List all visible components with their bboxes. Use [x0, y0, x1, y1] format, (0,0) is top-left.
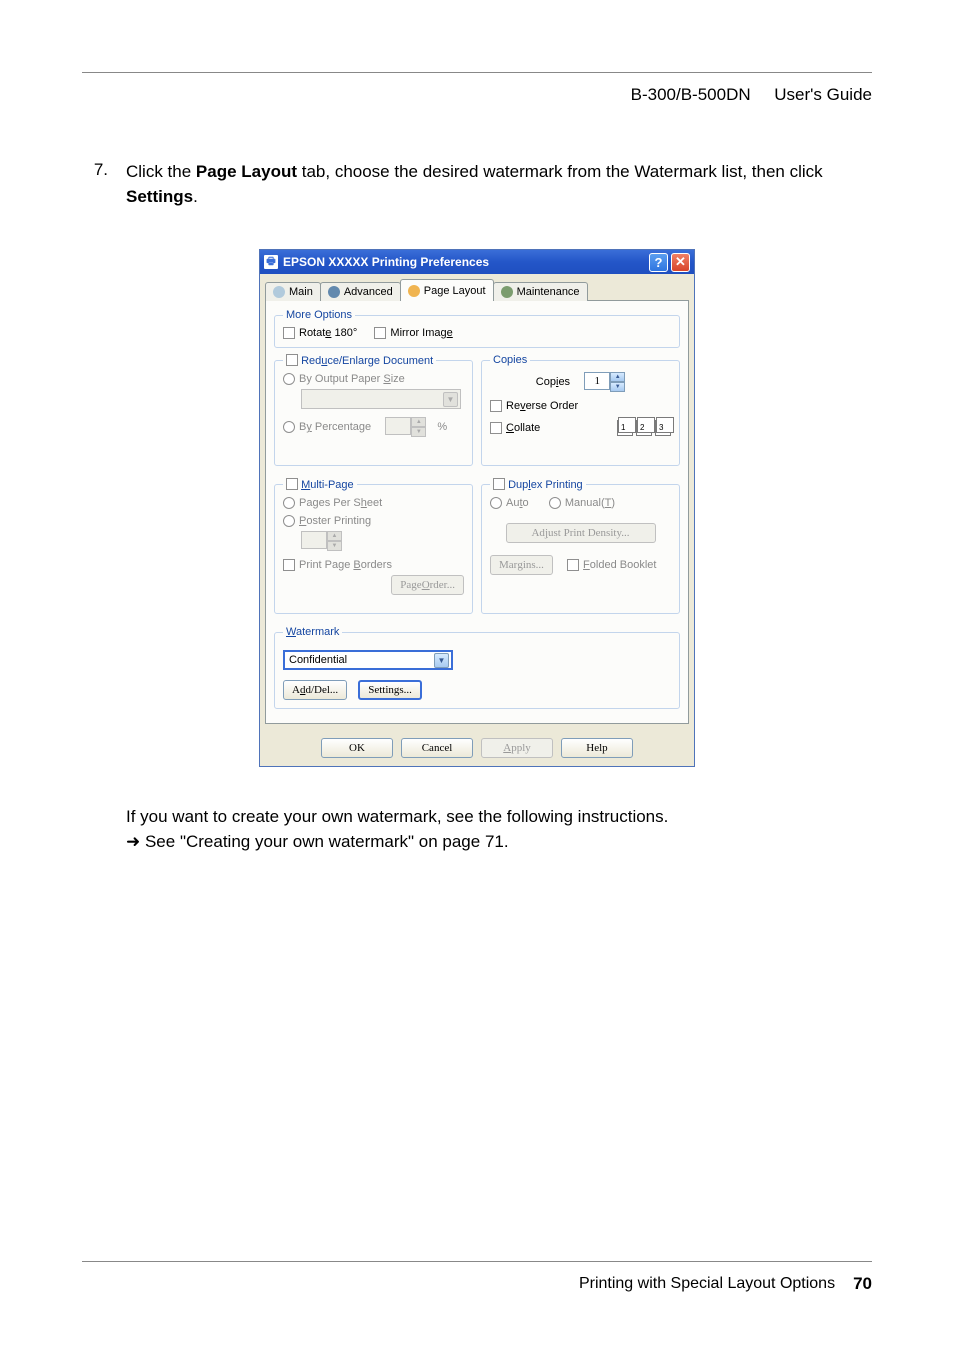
duplex-manual-label: Manual(T)	[565, 497, 615, 509]
copies-input[interactable]	[584, 372, 610, 390]
collate-checkbox[interactable]	[490, 422, 502, 434]
page-layout-panel: More Options Rotate 180° Mirror Image Re…	[265, 300, 689, 724]
poster-printing-radio	[283, 515, 295, 527]
app-icon: 🖶	[264, 255, 278, 269]
tabstrip: Main Advanced Page Layout Maintenance	[265, 279, 689, 301]
duplex-checkbox[interactable]	[493, 478, 505, 490]
ok-button[interactable]: OK	[321, 738, 393, 758]
printing-preferences-dialog: 🖶 EPSON XXXXX Printing Preferences ? ✕ M…	[259, 249, 695, 767]
multipage-checkbox[interactable]	[286, 478, 298, 490]
watermark-selected: Confidential	[289, 654, 347, 666]
dialog-button-row: OK Cancel Apply Help	[260, 729, 694, 766]
watermark-legend: Watermark	[283, 626, 342, 638]
mirror-image-checkbox[interactable]	[374, 327, 386, 339]
by-percentage-radio	[283, 421, 295, 433]
reduce-enlarge-legend: Reduce/Enlarge Document	[301, 355, 433, 367]
apply-button: Apply	[481, 738, 553, 758]
poster-printing-label: Poster Printing	[299, 515, 371, 527]
mirror-image-label: Mirror Image	[390, 327, 452, 339]
after-ref: See "Creating your own watermark" on pag…	[140, 832, 508, 851]
footer-section: Printing with Special Layout Options	[579, 1275, 835, 1293]
footer-page: 70	[853, 1274, 872, 1294]
collate-label: Collate	[506, 422, 540, 434]
chevron-down-icon[interactable]: ▼	[434, 653, 449, 668]
cancel-button[interactable]: Cancel	[401, 738, 473, 758]
duplex-manual-radio	[549, 497, 561, 509]
reduce-enlarge-group: Reduce/Enlarge Document By Output Paper …	[274, 354, 473, 466]
by-output-label: By Output Paper Size	[299, 373, 405, 385]
reverse-order-label: Reverse Order	[506, 400, 578, 412]
help-button[interactable]: Help	[561, 738, 633, 758]
copies-group: Copies Copies ▲▼ Reverse Order	[481, 354, 680, 466]
multipage-group: Multi-Page Pages Per Sheet Poster Printi…	[274, 478, 473, 614]
output-paper-size-select: ▼	[301, 389, 461, 409]
copies-legend: Copies	[490, 354, 530, 366]
step-7: 7. Click the Page Layout tab, choose the…	[82, 160, 872, 209]
footer: Printing with Special Layout Options 70	[82, 1261, 872, 1294]
tab-maintenance[interactable]: Maintenance	[493, 282, 588, 301]
adjust-print-density-button: Adjust Print Density...	[506, 523, 656, 543]
dialog-title: EPSON XXXXX Printing Preferences	[283, 255, 489, 269]
spin-up-icon[interactable]: ▲	[610, 372, 625, 382]
wrench-icon	[501, 286, 513, 298]
tab-main[interactable]: Main	[265, 282, 321, 301]
titlebar-help-button[interactable]: ?	[649, 253, 668, 272]
spin-down-icon[interactable]: ▼	[610, 382, 625, 392]
spin-up-icon: ▲	[327, 531, 342, 541]
rotate-180-checkbox[interactable]	[283, 327, 295, 339]
spin-up-icon: ▲	[411, 417, 426, 427]
percentage-stepper: ▲▼	[385, 417, 426, 437]
pointer-icon: ➜	[126, 832, 140, 851]
collate-icon: 1 2 3	[617, 420, 671, 436]
margins-button: Margins...	[490, 555, 553, 575]
header-model: B-300/B-500DN	[631, 85, 751, 104]
copies-stepper[interactable]: ▲▼	[584, 372, 625, 392]
duplex-legend: Duplex Printing	[508, 479, 583, 491]
watermark-select[interactable]: Confidential ▼	[283, 650, 453, 670]
step-text: Click the Page Layout tab, choose the de…	[126, 160, 872, 209]
rotate-180-label: Rotate 180°	[299, 327, 357, 339]
multipage-stepper: ▲▼	[301, 531, 342, 551]
tab-page-layout[interactable]: Page Layout	[400, 279, 494, 301]
header-text: B-300/B-500DN User's Guide	[631, 85, 872, 105]
titlebar[interactable]: 🖶 EPSON XXXXX Printing Preferences ? ✕	[260, 250, 694, 274]
print-page-borders-checkbox	[283, 559, 295, 571]
print-page-borders-label: Print Page Borders	[299, 559, 392, 571]
tab-advanced[interactable]: Advanced	[320, 282, 401, 301]
more-options-group: More Options Rotate 180° Mirror Image	[274, 309, 680, 348]
chevron-down-icon: ▼	[443, 392, 458, 407]
watermark-settings-button[interactable]: Settings...	[358, 680, 422, 700]
duplex-auto-label: Auto	[506, 497, 529, 509]
spin-down-icon: ▼	[411, 427, 426, 437]
more-options-legend: More Options	[283, 309, 355, 321]
folded-booklet-checkbox	[567, 559, 579, 571]
page-order-button: Page Order...	[391, 575, 464, 595]
duplex-auto-radio	[490, 497, 502, 509]
gear-icon	[328, 286, 340, 298]
titlebar-close-button[interactable]: ✕	[671, 253, 690, 272]
duplex-group: Duplex Printing Auto Manual(T) Adjust Pr…	[481, 478, 680, 614]
multipage-legend: Multi-Page	[301, 479, 354, 491]
after-line1: If you want to create your own watermark…	[126, 805, 872, 830]
copies-label: Copies	[536, 376, 570, 388]
layout-icon	[408, 285, 420, 297]
by-output-radio	[283, 373, 295, 385]
step-number: 7.	[82, 160, 108, 209]
folded-booklet-label: Folded Booklet	[583, 559, 656, 571]
after-text: If you want to create your own watermark…	[126, 805, 872, 854]
spin-down-icon: ▼	[327, 541, 342, 551]
header-guide: User's Guide	[774, 85, 872, 104]
printer-icon	[273, 286, 285, 298]
add-del-button[interactable]: Add/Del...	[283, 680, 347, 700]
pages-per-sheet-radio	[283, 497, 295, 509]
reduce-enlarge-checkbox[interactable]	[286, 354, 298, 366]
watermark-group: Watermark Confidential ▼ Add/Del... Sett…	[274, 626, 680, 709]
by-percentage-label: By Percentage	[299, 421, 371, 433]
reverse-order-checkbox[interactable]	[490, 400, 502, 412]
pages-per-sheet-label: Pages Per Sheet	[299, 497, 382, 509]
